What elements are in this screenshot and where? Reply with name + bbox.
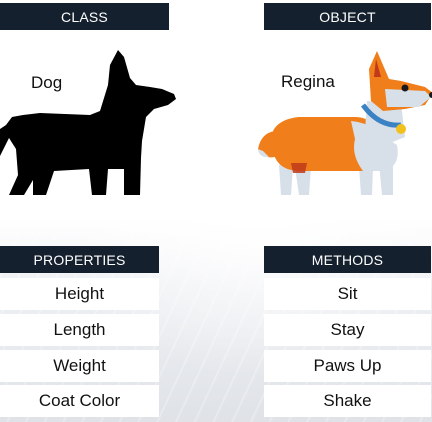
method-cell-paws-up: Paws Up bbox=[264, 350, 431, 382]
method-cell-shake: Shake bbox=[264, 385, 431, 417]
class-header: CLASS bbox=[0, 3, 169, 30]
property-cell-weight: Weight bbox=[0, 350, 159, 382]
property-cell-height: Height bbox=[0, 278, 159, 310]
property-cell-length: Length bbox=[0, 314, 159, 346]
method-cell-sit: Sit bbox=[264, 278, 431, 310]
property-cell-coat-color: Coat Color bbox=[0, 385, 159, 417]
method-cell-stay: Stay bbox=[264, 314, 431, 346]
corgi-icon bbox=[258, 51, 432, 195]
properties-header: PROPERTIES bbox=[0, 246, 159, 273]
dog-silhouette-icon bbox=[0, 50, 176, 195]
object-header: OBJECT bbox=[264, 3, 431, 30]
methods-header: METHODS bbox=[264, 246, 431, 273]
